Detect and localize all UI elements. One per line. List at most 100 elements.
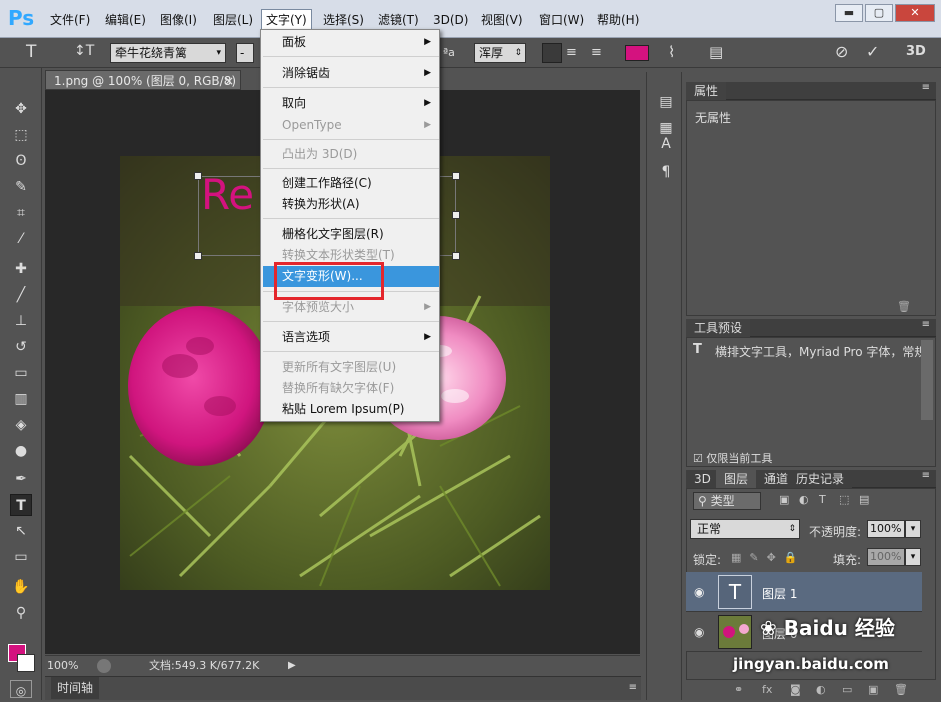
healing-brush-tool-icon[interactable]: ✚ [10, 258, 32, 280]
close-button[interactable]: ✕ [895, 4, 935, 22]
transform-handle[interactable] [452, 172, 460, 180]
zoom-level[interactable]: 100% [47, 656, 78, 676]
menu-item-panels[interactable]: 面板 ▶ [263, 32, 439, 53]
tab-layers[interactable]: 图层 [716, 470, 757, 488]
commit-icon[interactable]: ✓ [866, 42, 879, 61]
timeline-tab[interactable]: 时间轴 [51, 677, 100, 699]
new-group-icon[interactable]: ▭ [842, 680, 852, 700]
current-tool-only-checkbox[interactable]: ☑ 仅限当前工具 [693, 450, 772, 466]
menu-type[interactable]: 文字(Y) [261, 9, 312, 31]
gradient-tool-icon[interactable]: ▥ [10, 388, 32, 410]
blend-mode-select[interactable]: 正常 ⇕ [690, 519, 800, 539]
menu-item-language-options[interactable]: 语言选项 ▶ [263, 327, 439, 348]
transform-handle[interactable] [452, 211, 460, 219]
type-tool-selected-icon[interactable]: T [10, 494, 32, 516]
panel-menu-icon[interactable]: ≡ [922, 82, 930, 93]
panel-menu-icon[interactable]: ≡ [922, 319, 930, 330]
menu-item-convert-to-shape[interactable]: 转换为形状(A) [263, 194, 439, 215]
properties-tab[interactable]: 属性 [686, 82, 727, 100]
marquee-tool-icon[interactable]: ⬚ [10, 124, 32, 146]
blur-tool-icon[interactable]: ◈ [10, 414, 32, 436]
lasso-tool-icon[interactable]: ʘ [10, 150, 32, 172]
text-color-swatch[interactable] [625, 45, 649, 61]
panel-menu-icon[interactable]: ≡ [922, 470, 930, 481]
menu-help[interactable]: 帮助(H) [593, 11, 643, 29]
filter-shape-icon[interactable]: ⬚ [839, 493, 849, 506]
paragraph-icon[interactable]: ¶ [656, 164, 676, 184]
character-icon[interactable]: A [656, 136, 676, 156]
scrollbar[interactable] [921, 340, 933, 420]
antialias-select[interactable]: 浑厚 ⇕ [474, 43, 526, 63]
move-tool-icon[interactable]: ✥ [10, 98, 32, 120]
layer-name[interactable]: 图层 1 [762, 585, 797, 602]
trash-icon[interactable]: 🗑 [897, 300, 911, 313]
fill-dropdown-icon[interactable]: ▾ [905, 548, 921, 566]
opacity-dropdown-icon[interactable]: ▾ [905, 520, 921, 538]
screen-mode-icon[interactable] [10, 680, 32, 698]
menu-image[interactable]: 图像(I) [156, 11, 201, 29]
panel-menu-icon[interactable]: ≡ [629, 677, 637, 699]
menu-3d[interactable]: 3D(D) [429, 11, 472, 29]
filter-kind-select[interactable]: ⚲ 类型 [693, 492, 761, 510]
fill-input[interactable]: 100% [867, 548, 905, 566]
history-panel-icon[interactable]: ▤ [656, 94, 676, 114]
status-menu-arrow-icon[interactable]: ▶ [288, 656, 296, 676]
font-style-select[interactable]: - [236, 43, 254, 63]
dodge-tool-icon[interactable]: ● [10, 440, 32, 462]
zoom-tool-icon[interactable]: ⚲ [10, 602, 32, 624]
filter-pixel-icon[interactable]: ▣ [779, 493, 789, 506]
cancel-icon[interactable]: ⊘ [835, 42, 848, 61]
eyedropper-tool-icon[interactable]: ⁄ [10, 228, 32, 250]
align-left-icon[interactable] [542, 43, 562, 63]
delete-layer-icon[interactable]: 🗑 [894, 680, 908, 700]
menu-select[interactable]: 选择(S) [319, 11, 368, 29]
filter-adjust-icon[interactable]: ◐ [799, 493, 809, 506]
align-center-icon[interactable]: ≡ [566, 45, 577, 60]
menu-file[interactable]: 文件(F) [46, 11, 94, 29]
tool-presets-tab[interactable]: 工具预设 [686, 319, 751, 337]
text-orientation-icon[interactable]: ↕T [74, 43, 94, 59]
lock-icons[interactable]: ▦✎✥🔒 [731, 551, 806, 564]
align-right-icon[interactable]: ≡ [591, 45, 602, 60]
warp-text-icon[interactable]: ⌇ [668, 43, 675, 61]
menu-item-antialias[interactable]: 消除锯齿 ▶ [263, 63, 439, 84]
close-tab-icon[interactable]: × [224, 71, 234, 91]
tab-3d[interactable]: 3D [686, 470, 719, 488]
menu-edit[interactable]: 编辑(E) [101, 11, 150, 29]
layer-row[interactable]: ◉ T 图层 1 [686, 572, 922, 612]
type-tool-icon[interactable]: T [26, 42, 36, 62]
menu-item-orientation[interactable]: 取向 ▶ [263, 93, 439, 114]
minimize-button[interactable]: ▬ [835, 4, 863, 22]
crop-tool-icon[interactable]: ⌗ [10, 202, 32, 224]
maximize-button[interactable]: ▢ [865, 4, 893, 22]
visibility-eye-icon[interactable]: ◉ [694, 585, 704, 599]
tool-preset-item[interactable]: 横排文字工具，Myriad Pro 字体，常规 [715, 343, 921, 360]
character-panel-icon[interactable]: ▤ [709, 43, 723, 61]
visibility-eye-icon[interactable]: ◉ [694, 625, 704, 639]
background-color-swatch[interactable] [17, 654, 35, 672]
opacity-input[interactable]: 100% [867, 520, 905, 538]
quick-select-tool-icon[interactable]: ✎ [10, 176, 32, 198]
fx-icon[interactable]: fx [762, 680, 772, 700]
link-layers-icon[interactable]: ⚭ [734, 680, 743, 700]
filter-smart-icon[interactable]: ▤ [859, 493, 869, 506]
eraser-tool-icon[interactable]: ▭ [10, 362, 32, 384]
shape-tool-icon[interactable]: ▭ [10, 546, 32, 568]
menu-item-paste-lorem-ipsum[interactable]: 粘贴 Lorem Ipsum(P) [263, 399, 439, 420]
menu-filter[interactable]: 滤镜(T) [374, 11, 423, 29]
hand-tool-icon[interactable]: ✋ [10, 576, 32, 598]
3d-button[interactable]: 3D [906, 44, 926, 59]
history-brush-tool-icon[interactable]: ↺ [10, 336, 32, 358]
new-layer-icon[interactable]: ▣ [868, 680, 878, 700]
filter-type-icon[interactable]: T [819, 493, 826, 506]
menu-layer[interactable]: 图层(L) [209, 11, 257, 29]
transform-handle[interactable] [452, 252, 460, 260]
brush-tool-icon[interactable]: ╱ [10, 284, 32, 306]
document-tab[interactable]: 1.png @ 100% (图层 0, RGB/8) × [45, 70, 241, 90]
menu-item-create-work-path[interactable]: 创建工作路径(C) [263, 173, 439, 194]
menu-view[interactable]: 视图(V) [477, 11, 527, 29]
pen-tool-icon[interactable]: ✒ [10, 468, 32, 490]
menu-window[interactable]: 窗口(W) [535, 11, 588, 29]
add-mask-icon[interactable]: ◙ [790, 680, 801, 700]
path-select-tool-icon[interactable]: ↖ [10, 520, 32, 542]
